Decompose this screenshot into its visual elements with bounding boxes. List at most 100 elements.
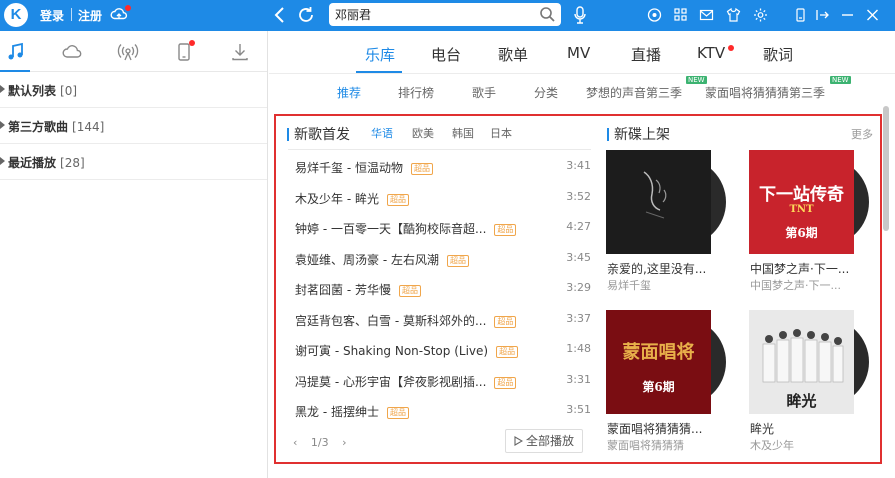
expand-arrow-icon[interactable] [0, 121, 5, 129]
search-box [329, 3, 561, 26]
microphone-icon[interactable] [573, 6, 587, 24]
cloud-icon[interactable] [61, 41, 83, 63]
song-row[interactable]: 封茗囧菌 - 芳华慢 超品 3:29 [288, 272, 591, 303]
expand-arrow-icon[interactable] [0, 85, 5, 93]
album-name[interactable]: 眸光 [750, 420, 774, 437]
subtab-charts[interactable]: 排行榜 [398, 84, 434, 101]
song-row[interactable]: 袁娅维、周汤豪 - 左右风潮 超品 3:45 [288, 242, 591, 273]
subtab-recommend[interactable]: 推荐 [337, 84, 361, 101]
song-duration: 3:31 [566, 372, 591, 386]
new-badge: NEW [830, 76, 851, 84]
tab-playlists[interactable]: 歌单 [498, 44, 528, 65]
recommend-content: 新歌首发 华语 欧美 韩国 日本 易烊千玺 - 恒温动物 超品 3:41 木及少年 … [274, 114, 882, 464]
close-icon[interactable] [865, 7, 880, 23]
record-icon[interactable] [647, 7, 662, 23]
minimize-icon[interactable] [840, 7, 855, 23]
album-cover[interactable]: 下一站传奇 TNT 第6期 [749, 150, 869, 254]
song-row[interactable]: 易烊千玺 - 恒温动物 超品 3:41 [288, 150, 591, 181]
album-name[interactable]: 蒙面唱将猜猜猜... [607, 420, 702, 437]
playlist-count: [144] [72, 120, 105, 134]
notification-dot [125, 5, 131, 11]
radio-broadcast-icon[interactable] [117, 41, 139, 63]
new-albums-title: 新碟上架 [614, 127, 670, 143]
subtab-categories[interactable]: 分类 [534, 84, 558, 101]
lyrics-mode-icon[interactable] [815, 7, 830, 23]
hq-badge: 超品 [398, 285, 421, 297]
song-duration: 3:37 [566, 311, 591, 325]
refresh-icon[interactable] [296, 5, 316, 25]
settings-gear-icon[interactable] [753, 7, 768, 23]
more-link[interactable]: 更多 [851, 126, 873, 142]
register-link[interactable]: 注册 [78, 7, 102, 24]
playlist-count: [28] [60, 156, 85, 170]
login-link[interactable]: 登录 [40, 7, 64, 24]
tab-library[interactable]: 乐库 [365, 44, 395, 65]
skin-shirt-icon[interactable] [726, 7, 741, 23]
sidebar-tabs [0, 31, 267, 72]
album-cover[interactable]: 眸光 [749, 310, 869, 414]
page-indicator: 1/3 [310, 436, 329, 449]
album-sleeve [606, 150, 711, 254]
prev-page-button[interactable]: ‹ [293, 436, 297, 449]
playlist-recent[interactable]: 最近播放 [28] [0, 144, 267, 180]
album-artist[interactable]: 中国梦之声·下一... [750, 277, 841, 293]
playlist-default[interactable]: 默认列表 [0] [0, 72, 267, 108]
album-name[interactable]: 亲爱的,这里没有... [607, 260, 706, 277]
back-icon[interactable] [270, 5, 290, 25]
search-input[interactable] [335, 6, 531, 23]
lang-tab-western[interactable]: 欧美 [412, 125, 434, 141]
song-row[interactable]: 谢可寅 - Shaking Non-Stop (Live) 超品 1:48 [288, 333, 591, 364]
song-title: 易烊千玺 - 恒温动物 [295, 161, 403, 175]
album-sleeve: 下一站传奇 TNT 第6期 [749, 150, 854, 254]
playlist-third-party[interactable]: 第三方歌曲 [144] [0, 108, 267, 144]
song-title: 封茗囧菌 - 芳华慢 [295, 283, 391, 297]
tab-live[interactable]: 直播 [631, 44, 661, 65]
song-row[interactable]: 木及少年 - 眸光 超品 3:52 [288, 181, 591, 212]
divider [71, 8, 72, 21]
lang-tab-chinese[interactable]: 华语 [371, 125, 393, 141]
tab-ktv[interactable]: KTV [697, 44, 725, 62]
lang-tab-japanese[interactable]: 日本 [490, 125, 512, 141]
play-all-button[interactable]: 全部播放 [505, 429, 583, 453]
song-row[interactable]: 钟婷 - 一百零一天【酷狗校际音超... 超品 4:27 [288, 211, 591, 242]
song-title: 黑龙 - 摇摆绅士 [295, 405, 379, 419]
hq-badge: 超品 [386, 407, 409, 419]
song-row[interactable]: 宫廷背包客、白雪 - 莫斯科郊外的... 超品 3:37 [288, 303, 591, 334]
album-artist[interactable]: 木及少年 [750, 437, 794, 453]
song-duration: 3:45 [566, 250, 591, 264]
subtab-dream-voice[interactable]: 梦想的声音第三季 [586, 84, 682, 101]
album-art [643, 171, 667, 219]
hq-badge: 超品 [494, 376, 517, 389]
playlist-name: 默认列表 [8, 84, 57, 98]
download-icon[interactable] [229, 41, 251, 63]
song-title: 冯提莫 - 心形宇宙【斧夜影视剧插... [295, 374, 487, 389]
tab-lyrics[interactable]: 歌词 [763, 44, 793, 65]
new-badge: NEW [686, 76, 707, 84]
hq-badge: 超品 [494, 315, 517, 328]
kugou-logo[interactable]: K [4, 3, 28, 27]
pager: ‹ 1/3 › [293, 436, 357, 449]
vertical-scrollbar[interactable] [883, 106, 889, 231]
song-row[interactable]: 冯提莫 - 心形宇宙【斧夜影视剧插... 超品 3:31 [288, 364, 591, 395]
album-cover[interactable]: 蒙面唱将 第6期 [606, 310, 726, 414]
song-duration: 4:27 [566, 220, 591, 233]
subtab-masked-singer[interactable]: 蒙面唱将猜猜猜第三季 [705, 84, 825, 101]
mini-mode-icon[interactable] [793, 7, 808, 23]
tab-mv[interactable]: MV [567, 44, 590, 62]
expand-arrow-icon[interactable] [0, 157, 5, 165]
album-name[interactable]: 中国梦之声·下一... [750, 260, 849, 277]
album-artist[interactable]: 蒙面唱将猜猜猜 [607, 437, 684, 453]
search-icon[interactable] [539, 6, 556, 23]
mail-icon[interactable] [699, 7, 714, 23]
music-note-icon[interactable] [5, 41, 27, 63]
song-row[interactable]: 黑龙 - 摇摆绅士 超品 3:51 [288, 394, 591, 425]
hq-badge: 超品 [386, 193, 409, 206]
lang-tab-korean[interactable]: 韩国 [452, 125, 474, 141]
subtab-singers[interactable]: 歌手 [472, 84, 496, 101]
album-cover[interactable] [606, 150, 726, 254]
next-page-button[interactable]: › [342, 436, 346, 449]
tab-radio[interactable]: 电台 [431, 44, 461, 65]
album-artist[interactable]: 易烊千玺 [607, 277, 651, 293]
hq-badge: 超品 [496, 346, 519, 358]
apps-grid-icon[interactable] [673, 7, 688, 23]
